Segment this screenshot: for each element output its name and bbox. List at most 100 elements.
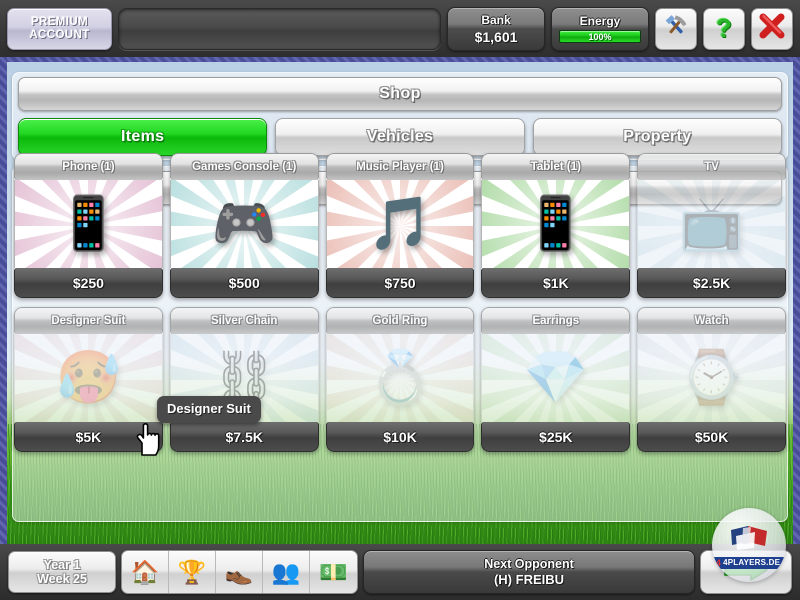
top-bar: PREMIUM ACCOUNT Bank $1,601 Energy 100% (0, 0, 800, 57)
item-price: $50K (694, 428, 729, 445)
frame-top-edge (0, 57, 800, 62)
nav-button-trophy[interactable]: 🏆 (169, 551, 216, 593)
item-card-footer: $750 (325, 268, 475, 298)
nav-button-staff[interactable]: 👥 (263, 551, 310, 593)
bank-label: Bank (481, 12, 511, 27)
premium-label-line2: ACCOUNT (29, 28, 90, 41)
boot-icon: 👞 (224, 558, 254, 585)
frame-right-edge (793, 57, 800, 544)
item-name: Gold Ring (372, 315, 428, 327)
shop-title-bar: Shop (18, 77, 782, 111)
item-card-header: Tablet (1) (481, 153, 631, 180)
item-card[interactable]: Gold Ring 💍 $10K (325, 307, 475, 452)
4players-watermark: 4 4PLAYERS.DE (712, 508, 786, 582)
item-card-header: Silver Chain (169, 307, 319, 334)
tab-items[interactable]: Items (18, 118, 268, 156)
item-name: Games Console (1) (192, 161, 297, 173)
tab-property[interactable]: Property (532, 118, 782, 156)
item-card-header: TV (637, 153, 786, 180)
week-label: Week 25 (37, 572, 87, 586)
nav-button-money[interactable]: 💵 (310, 551, 357, 593)
item-card[interactable]: Music Player (1) 🎵 $750 (325, 153, 475, 298)
tab-property-label: Property (623, 128, 692, 145)
next-opponent-button[interactable]: Next Opponent (H) FREIBU (363, 550, 695, 594)
tab-items-label: Items (121, 128, 165, 145)
item-artwork: 💎 (481, 334, 631, 422)
item-price: $500 (228, 274, 260, 291)
item-name: Silver Chain (210, 315, 278, 327)
item-card[interactable]: Phone (1) 📱 $250 (14, 153, 163, 298)
phone-icon: 📱 (56, 195, 121, 253)
item-card-header: Music Player (1) (325, 153, 475, 180)
frame-left-edge (0, 57, 7, 544)
item-price: $2.5K (692, 274, 731, 291)
item-card-header: Phone (1) (14, 153, 163, 180)
next-opponent-value: (H) FREIBU (493, 572, 565, 587)
item-card[interactable]: Earrings 💎 $25K (481, 307, 631, 452)
close-x-icon (758, 12, 786, 45)
nav-button-boot[interactable]: 👞 (216, 551, 263, 593)
item-name: Earrings (532, 315, 580, 327)
item-card-footer: $50K (637, 422, 786, 452)
question-mark-icon: ? (716, 13, 732, 43)
tools-button[interactable] (655, 7, 697, 50)
item-name: Designer Suit (51, 315, 126, 327)
item-artwork: 📱 (481, 180, 631, 268)
item-card-header: Gold Ring (325, 307, 475, 334)
item-artwork: 📱 (14, 180, 163, 268)
shop-title: Shop (379, 85, 421, 102)
watch-icon: ⌚ (679, 349, 744, 407)
premium-account-button[interactable]: PREMIUM ACCOUNT (7, 7, 112, 50)
manager-name-field[interactable] (118, 7, 441, 50)
close-button[interactable] (751, 7, 793, 50)
tv-icon: 📺 (679, 195, 744, 253)
item-card-header: Designer Suit (14, 307, 163, 334)
tools-icon (663, 13, 689, 44)
energy-bar: 100% (559, 30, 641, 43)
item-price: $10K (383, 428, 417, 445)
item-card[interactable]: Tablet (1) 📱 $1K (481, 153, 631, 298)
item-artwork: 📺 (637, 180, 786, 268)
energy-display: Energy 100% (551, 6, 649, 51)
energy-value: 100% (588, 31, 612, 42)
item-card[interactable]: Games Console (1) 🎮 $500 (169, 153, 319, 298)
shop-tabs: Items Vehicles Property (18, 118, 782, 156)
item-card[interactable]: Watch ⌚ $50K (637, 307, 786, 452)
item-name: Music Player (1) (356, 161, 444, 173)
next-opponent-label: Next Opponent (484, 557, 574, 571)
item-card-footer: $2.5K (637, 268, 786, 298)
bottom-bar: Year 1 Week 25 🏠 🏆 👞 👥 💵 Next Opponent (H) F… (0, 544, 800, 600)
earrings-icon: 💎 (523, 349, 589, 407)
bank-display: Bank $1,601 (447, 6, 545, 51)
item-card-footer: $25K (481, 422, 631, 452)
nav-button-home[interactable]: 🏠 (122, 551, 169, 593)
item-price: $1K (542, 274, 569, 291)
item-name: Watch (694, 315, 729, 327)
4players-logo-icon (731, 525, 767, 550)
item-card-header: Watch (637, 307, 786, 334)
item-card-header: Games Console (1) (169, 153, 319, 180)
year-week-display: Year 1 Week 25 (8, 551, 116, 593)
help-button[interactable]: ? (703, 7, 745, 50)
tooltip-text: Designer Suit (167, 401, 251, 416)
item-artwork: ⌚ (637, 334, 786, 422)
item-name: Tablet (1) (530, 161, 581, 173)
tab-vehicles-label: Vehicles (366, 128, 434, 145)
shop-panel: Shop Items Vehicles Property (12, 72, 788, 160)
item-card-footer: $1K (481, 268, 631, 298)
tablet-icon: 📱 (523, 195, 589, 253)
item-price: $250 (72, 274, 104, 291)
year-label: Year 1 (43, 557, 81, 572)
trophy-icon: 🏆 (177, 558, 207, 585)
tab-vehicles[interactable]: Vehicles (275, 118, 525, 156)
item-card-footer: $250 (14, 268, 163, 298)
item-card[interactable]: Silver Chain ⛓ $7.5K (169, 307, 319, 452)
item-artwork: 🎵 (325, 180, 475, 268)
item-tooltip: Designer Suit (157, 396, 261, 423)
item-card[interactable]: TV 📺 $2.5K (637, 153, 786, 298)
mouse-cursor-pointing-hand (133, 421, 163, 462)
navigation-icon-bar: 🏠 🏆 👞 👥 💵 (121, 550, 358, 594)
item-card-header: Earrings (481, 307, 631, 334)
item-card-footer: $10K (325, 422, 475, 452)
home-icon: 🏠 (130, 558, 160, 585)
